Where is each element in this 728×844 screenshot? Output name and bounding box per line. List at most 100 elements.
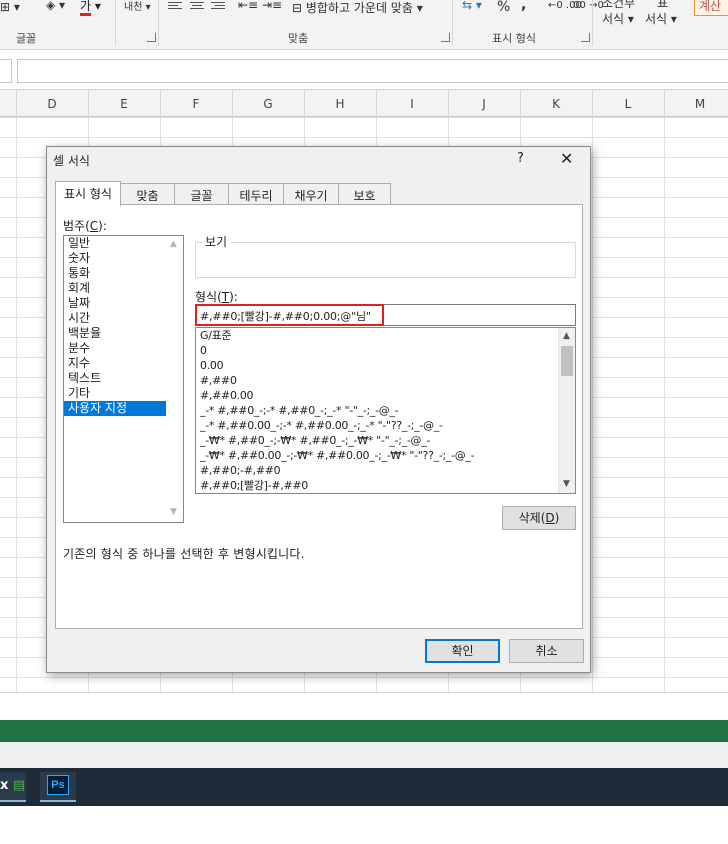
format-item[interactable]: #,##0 [196,373,575,388]
dialog-title: 셀 서식 [53,154,90,168]
formula-bar [0,50,728,90]
excel-icon: ▤ [12,778,26,793]
tab-number[interactable]: 표시 형식 [55,181,121,206]
format-description: 기존의 형식 중 하나를 선택한 후 변형시킵니다. [63,547,305,561]
below-taskbar [0,806,728,844]
ribbon: ⊞ ▾ ◈ ▾ 가 ▾ 내천 ▾ ⇤≡ ⇥≡ ⊟ 병합하고 가운데 맞춤 ▾ ⇆… [0,0,728,50]
format-item[interactable]: #,##0.00 [196,388,575,403]
cell-style-calc[interactable]: 계산 [694,0,728,16]
scroll-up-icon[interactable]: ▲ [170,240,179,249]
format-item[interactable]: _-* #,##0.00_-;-* #,##0.00_-;_-* "-"??_-… [196,418,575,433]
category-label-text: 범주( [63,219,90,233]
column-header-i[interactable]: I [376,97,448,111]
format-item[interactable]: 0.00 [196,358,575,373]
format-item[interactable]: _-₩* #,##0_-;-₩* #,##0_-;_-₩* "-"_-;_-@_… [196,433,575,448]
alignment-launcher-icon[interactable] [441,33,450,42]
format-scrollbar[interactable]: ▲ ▼ [558,328,575,493]
divider [592,0,593,46]
decrease-decimal-icon[interactable]: .00 →0 [570,0,604,11]
fill-color-icon[interactable]: ◈ ▾ [46,0,65,12]
format-input[interactable]: #,##0;[빨강]-#,##0;0.00;@"님" [195,304,576,326]
format-item[interactable]: #,##0;[빨강]-#,##0 [196,478,575,493]
ok-button[interactable]: 확인 [425,639,500,663]
divider [115,0,116,46]
tab-border[interactable]: 테두리 [228,183,284,205]
category-scrollbar[interactable]: ▲ ▼ [166,236,183,522]
sheet-tabs-area [0,692,728,720]
align-left-icon[interactable] [168,2,182,14]
column-header-e[interactable]: E [88,97,160,111]
preview-box [195,242,576,278]
preview-label: 보기 [202,233,231,250]
column-header-l[interactable]: L [592,97,664,111]
phonetic-icon[interactable]: 내천 ▾ [124,0,151,13]
name-box[interactable] [0,59,12,83]
formula-input[interactable] [17,59,728,83]
close-icon[interactable]: ✕ [560,149,573,168]
cancel-button[interactable]: 취소 [509,639,584,663]
delete-label: 삭제( [518,511,546,525]
merge-center-button[interactable]: ⊟ 병합하고 가운데 맞춤 ▾ [292,0,423,16]
divider [158,0,159,46]
number-launcher-icon[interactable] [581,33,590,42]
format-item[interactable]: 0 [196,343,575,358]
format-item[interactable]: G/표준 [196,328,575,343]
category-label-key: C [89,219,99,233]
scroll-thumb[interactable] [561,346,573,376]
excel-label: x [0,778,9,793]
taskbar-excel-button[interactable]: x ▤ [0,772,26,802]
tab-fill[interactable]: 채우기 [283,183,339,205]
scroll-down-icon[interactable]: ▼ [170,508,179,517]
category-label-end: ): [98,219,107,233]
scroll-down-icon[interactable]: ▼ [563,480,572,489]
format-label: 형식(T): [195,288,238,305]
comma-button[interactable]: , [521,0,526,13]
delete-button[interactable]: 삭제(D) [502,506,576,530]
column-header-f[interactable]: F [160,97,232,111]
column-header-h[interactable]: H [304,97,376,111]
help-button[interactable]: ? [517,151,524,166]
format-list[interactable]: G/표준 0 0.00 #,##0 #,##0.00 _-* #,##0_-;-… [195,327,576,494]
category-item-selected[interactable]: 사용자 지정 [64,401,167,416]
scroll-up-icon[interactable]: ▲ [563,332,572,341]
window-bottom-area [0,742,728,768]
taskbar: x ▤ Ps [0,768,728,806]
group-label-font: 글꼴 [16,32,37,45]
column-header-k[interactable]: K [520,97,592,111]
tab-protection[interactable]: 보호 [338,183,391,205]
table-format-line2: 서식 [645,12,668,26]
font-color-button[interactable]: 가 ▾ [80,0,101,16]
column-header-g[interactable]: G [232,97,304,111]
increase-indent-icon[interactable]: ⇥≡ [262,0,282,12]
format-label-key: T [221,290,230,304]
column-header-j[interactable]: J [448,97,520,111]
table-format-button[interactable]: 서식 ▾ [645,10,677,27]
delete-label-end: ) [554,511,560,525]
tab-font[interactable]: 글꼴 [174,183,229,205]
divider [452,0,453,46]
column-header-m[interactable]: M [664,97,728,111]
percent-button[interactable]: % [497,0,510,15]
font-launcher-icon[interactable] [147,33,156,42]
number-tab-pane: 범주(C): 일반 숫자 통화 회계 날짜 시간 백분율 분수 지수 텍스트 기… [55,204,583,629]
format-item[interactable]: #,##0;-#,##0 [196,463,575,478]
borders-icon[interactable]: ⊞ ▾ [0,0,20,14]
font-color-char: 가 [80,0,92,16]
cond-format-button[interactable]: 서식 ▾ [602,10,634,27]
column-header-d[interactable]: D [16,97,88,111]
status-bar [0,720,728,742]
category-list[interactable]: 일반 숫자 통화 회계 날짜 시간 백분율 분수 지수 텍스트 기타 사용자 지… [63,235,184,523]
format-item[interactable]: _-₩* #,##0.00_-;-₩* #,##0.00_-;_-₩* "-"?… [196,448,575,463]
tab-alignment[interactable]: 맞춤 [120,183,175,205]
group-label-number: 표시 형식 [492,32,536,45]
align-center-icon[interactable] [190,2,204,14]
dialog-tabs: 표시 형식 맞춤 글꼴 테두리 채우기 보호 [55,181,585,206]
group-label-alignment: 맞춤 [288,32,309,45]
merge-icon: ⊟ [292,1,303,15]
align-right-icon[interactable] [211,2,225,14]
accounting-format-icon[interactable]: ⇆ ▾ [462,0,482,12]
format-item[interactable]: _-* #,##0_-;-* #,##0_-;_-* "-"_-;_-@_- [196,403,575,418]
merge-center-label: 병합하고 가운데 맞춤 [305,1,413,15]
decrease-indent-icon[interactable]: ⇤≡ [238,0,258,12]
taskbar-photoshop-button[interactable]: Ps [40,772,76,802]
